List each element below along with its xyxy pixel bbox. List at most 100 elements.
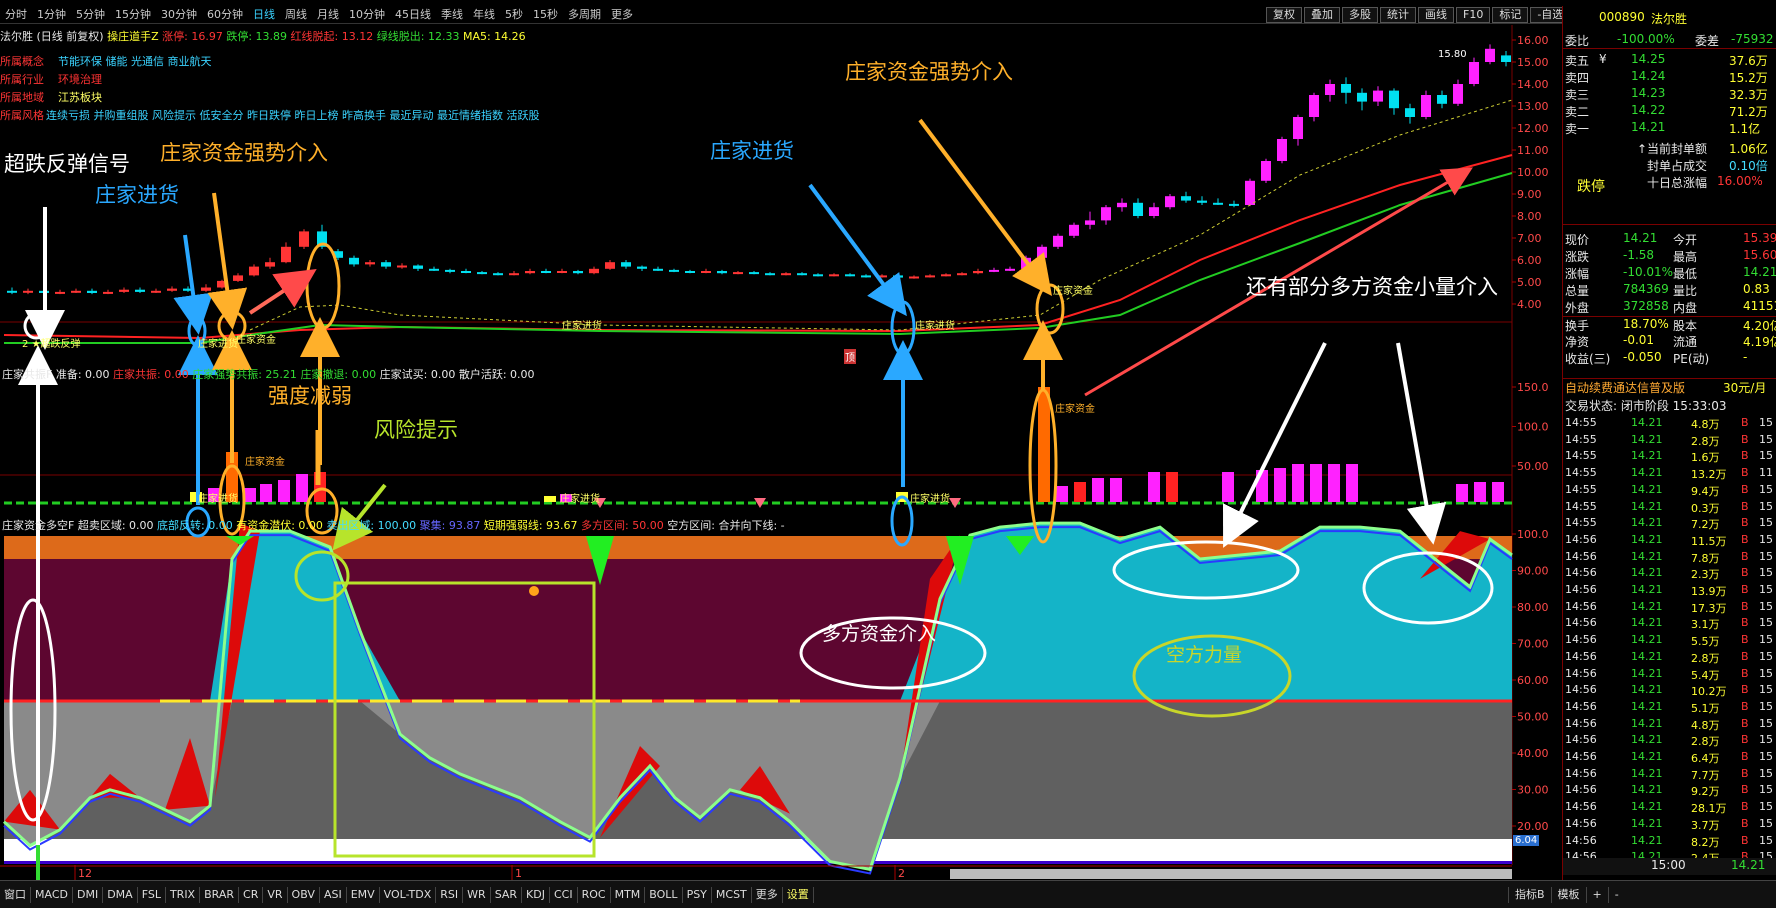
candle-body — [1197, 200, 1207, 203]
indicator-tab-23[interactable]: 更多 — [752, 887, 783, 903]
tick-row: 14:56 14.21 5.4万 B 15 — [1563, 667, 1776, 683]
price-axis: 16.00 15.00 14.00 13.00 12.00 11.00 10.00 9.00 8… — [1512, 34, 1549, 311]
tool-button-5[interactable]: F10 — [1456, 7, 1491, 23]
period-tab-14[interactable]: 15秒 — [528, 6, 563, 24]
candle-body — [1357, 92, 1367, 102]
indicator-tab-13[interactable]: RSI — [436, 887, 464, 903]
bottom-right-button-0[interactable]: 指标B — [1508, 887, 1551, 903]
tool-button-6[interactable]: 标记 — [1492, 7, 1529, 23]
candle-body — [1453, 84, 1463, 104]
period-toolbar: 分时 1分钟 5分钟 15分钟 30分钟 60分钟 日线 周线 月线 10分钟 45日线 季线 年线 5秒… — [0, 6, 1776, 24]
indicator-tab-0[interactable]: 窗口 — [0, 887, 31, 903]
indicator-tab-18[interactable]: ROC — [578, 887, 611, 903]
indicator-tab-4[interactable]: FSL — [138, 887, 166, 903]
indicator-tab-21[interactable]: PSY — [683, 887, 712, 903]
period-tab-5[interactable]: 60分钟 — [202, 6, 248, 24]
tick-volume: 28.1万 — [1691, 802, 1727, 816]
indicator-tab-11[interactable]: EMV — [347, 887, 380, 903]
tick-count: 15 — [1759, 766, 1773, 780]
time-label: 12 — [78, 867, 92, 880]
period-tab-16[interactable]: 更多 — [606, 6, 638, 24]
tick-count: 15 — [1759, 783, 1773, 797]
stock-tag-value: 环境治理 — [58, 73, 102, 86]
indicator-tab-3[interactable]: DMA — [103, 887, 138, 903]
period-tab-12[interactable]: 年线 — [468, 6, 500, 24]
axis-label: 100.0 — [1517, 528, 1549, 541]
indicator-tab-1[interactable]: MACD — [31, 887, 73, 903]
indicator-tab-12[interactable]: VOL-TDX — [380, 887, 437, 903]
indicator-tab-7[interactable]: CR — [239, 887, 264, 903]
indicator-tab-17[interactable]: CCI — [550, 887, 578, 903]
tick-time: 14:55 — [1565, 466, 1597, 480]
tool-button-1[interactable]: 叠加 — [1304, 7, 1340, 23]
tick-count: 15 — [1759, 833, 1773, 847]
period-tab-11[interactable]: 季线 — [436, 6, 468, 24]
indicator-tab-16[interactable]: KDJ — [522, 887, 550, 903]
volume-bar — [260, 484, 272, 502]
stock-tag-key: 所属行业 — [0, 73, 44, 86]
sub2-chaomai: 超卖区域: 0.00 — [77, 519, 154, 532]
candle-body — [7, 290, 17, 293]
indicator-name: 操庄道手Z — [107, 30, 159, 43]
indicator-tab-15[interactable]: SAR — [491, 887, 523, 903]
period-tab-8[interactable]: 月线 — [312, 6, 344, 24]
period-tab-0[interactable]: 分时 — [0, 6, 32, 24]
period-tab-9[interactable]: 10分钟 — [344, 6, 390, 24]
period-tab-3[interactable]: 15分钟 — [110, 6, 156, 24]
tick-time: 14:56 — [1565, 699, 1597, 713]
tick-side: B — [1741, 783, 1749, 797]
tick-time: 14:56 — [1565, 532, 1597, 546]
candle-body — [55, 291, 65, 294]
ask-label: 卖二 — [1565, 105, 1590, 119]
tool-button-4[interactable]: 画线 — [1418, 7, 1454, 23]
tick-time: 14:55 — [1565, 516, 1597, 530]
tick-time: 14:56 — [1565, 750, 1597, 763]
axis-label: 8.00 — [1517, 210, 1542, 223]
indicator-tab-10[interactable]: ASI — [320, 887, 347, 903]
trade-status-row: 交易状态: 闭市阶段 15:33:03 — [1565, 399, 1727, 413]
bottom-right-button-1[interactable]: 模板 — [1550, 887, 1586, 903]
volume-bar — [1148, 472, 1160, 502]
tool-button-3[interactable]: 统计 — [1380, 7, 1416, 23]
candle-body — [1389, 90, 1399, 109]
stat-value: 15.39 — [1743, 231, 1776, 245]
tick-time: 14:56 — [1565, 716, 1597, 730]
period-tab-4[interactable]: 30分钟 — [156, 6, 202, 24]
stat-value: 18.70% — [1623, 317, 1669, 331]
indicator-tab-2[interactable]: DMI — [73, 887, 104, 903]
tick-count: 15 — [1759, 482, 1773, 496]
period-tab-6[interactable]: 日线 — [248, 6, 280, 24]
indicator-tab-6[interactable]: BRAR — [200, 887, 240, 903]
stock-tag-row-0: 所属概念 节能环保 储能 光通信 商业航天 — [0, 53, 212, 69]
indicator-tab-20[interactable]: BOLL — [645, 887, 683, 903]
indicator-tab-14[interactable]: WR — [463, 887, 491, 903]
kline-chart-area[interactable]: 16.00 15.00 14.00 13.00 12.00 11.00 10.00 9.00 8… — [0, 25, 1562, 880]
candle-body — [557, 271, 567, 273]
period-tab-15[interactable]: 多周期 — [563, 6, 606, 24]
tick-time: 14:56 — [1565, 800, 1597, 814]
indicator-tab-9[interactable]: OBV — [288, 887, 320, 903]
tool-button-0[interactable]: 复权 — [1266, 7, 1302, 23]
period-tab-10[interactable]: 45日线 — [390, 6, 436, 24]
indicator-tab-19[interactable]: MTM — [611, 887, 646, 903]
period-tab-2[interactable]: 5分钟 — [71, 6, 110, 24]
axis-label: 30.00 — [1517, 784, 1549, 797]
axis-label: 60.00 — [1517, 674, 1549, 687]
indicator-tab-22[interactable]: MCST — [712, 887, 752, 903]
indicator-tab-24[interactable]: 设置 — [783, 887, 814, 903]
promo-text: 自动续费通达信普及版 — [1565, 381, 1686, 395]
candle-body — [1053, 235, 1063, 247]
scroll-thumb[interactable] — [950, 869, 1512, 879]
indicator-tab-8[interactable]: VR — [263, 887, 288, 903]
stock-code: 000890 — [1599, 10, 1645, 24]
period-tab-13[interactable]: 5秒 — [500, 6, 528, 24]
promo-row[interactable]: 自动续费通达信普及版 30元/月 — [1563, 378, 1776, 395]
bottom-right-button-2[interactable]: + — [1585, 887, 1608, 903]
tool-button-2[interactable]: 多股 — [1342, 7, 1378, 23]
bottom-right-button-3[interactable]: - — [1607, 887, 1625, 903]
indicator-tabs: 窗口 MACD DMI DMA FSL TRIX BRAR CR VR OBV ASI EMV VOL-… — [0, 887, 814, 903]
candle-body — [397, 265, 407, 268]
indicator-tab-5[interactable]: TRIX — [166, 887, 201, 903]
period-tab-7[interactable]: 周线 — [280, 6, 312, 24]
period-tab-1[interactable]: 1分钟 — [32, 6, 71, 24]
